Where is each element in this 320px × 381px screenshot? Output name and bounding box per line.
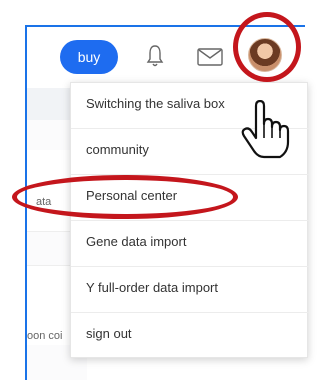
- menu-item-gene-data-import[interactable]: Gene data import: [71, 221, 309, 267]
- screenshot-stage: buy ata oon coi Switching the saliva box…: [0, 0, 309, 381]
- hand-pointer-icon: [241, 100, 290, 159]
- menu-item-label: Gene data import: [86, 234, 187, 249]
- menu-item-label: Switching the saliva box: [86, 96, 225, 111]
- bell-icon[interactable]: [146, 44, 164, 68]
- menu-item-label: community: [86, 142, 149, 157]
- menu-item-sign-out[interactable]: sign out: [71, 313, 309, 359]
- menu-item-label: sign out: [86, 326, 132, 341]
- annotation-circle-avatar: [233, 12, 301, 82]
- buy-button[interactable]: buy: [60, 40, 118, 74]
- menu-item-label: Y full-order data import: [86, 280, 218, 295]
- mail-icon[interactable]: [197, 47, 223, 67]
- annotation-circle-personal-center: [12, 175, 238, 219]
- menu-item-y-full-order-import[interactable]: Y full-order data import: [71, 267, 309, 313]
